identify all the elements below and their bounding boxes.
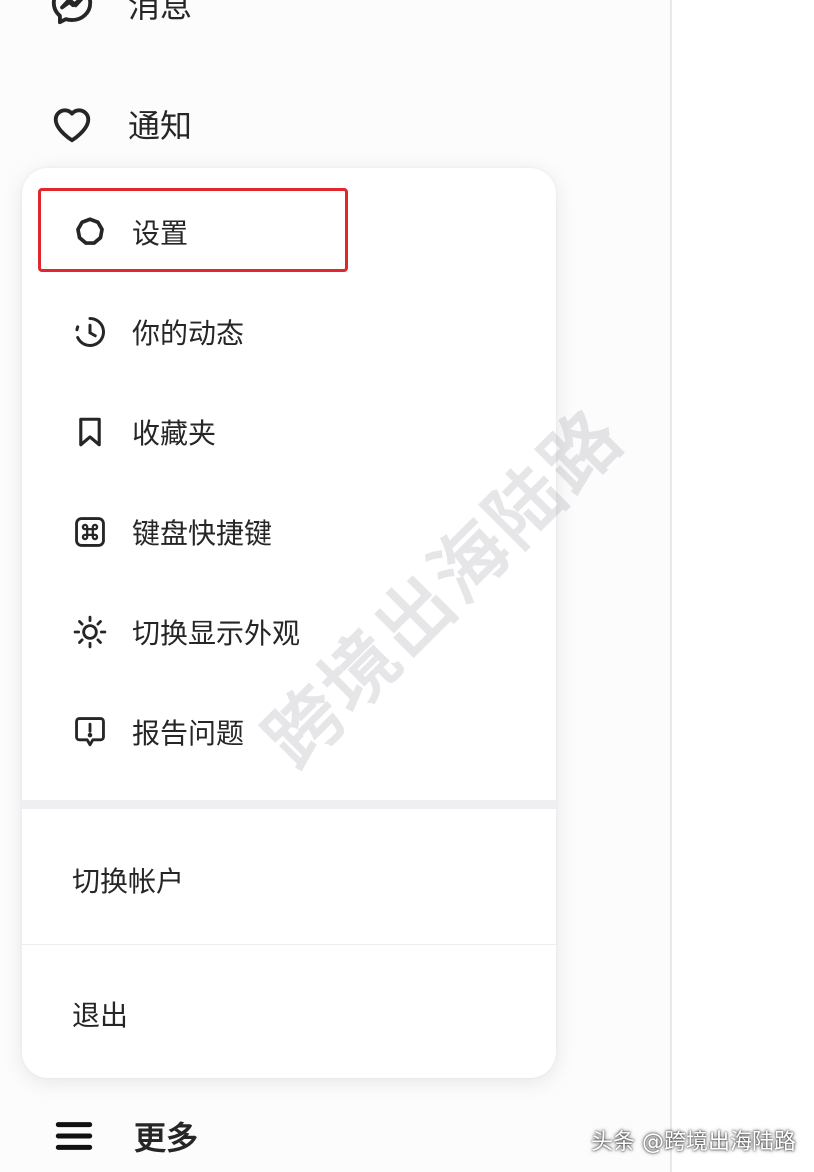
menu-item-report-problem[interactable]: 报告问题 [22, 682, 556, 782]
menu-divider [22, 944, 556, 945]
sidebar: 消息 通知 设置 你的动态 收藏夹 键盘快捷键 切换显示外观 报告问题 切换帐户… [0, 0, 672, 1172]
nav-item-label: 消息 [128, 0, 193, 25]
menu-item-settings[interactable]: 设置 [22, 182, 556, 282]
nav-item-label: 通知 [128, 107, 193, 145]
report-problem-icon [70, 712, 110, 752]
logout-button[interactable]: 退出 [72, 994, 128, 1034]
menu-item-your-activity[interactable]: 你的动态 [22, 282, 556, 382]
menu-item-label: 报告问题 [132, 717, 245, 750]
gear-icon [70, 212, 110, 252]
sun-icon [70, 612, 110, 652]
menu-item-label: 键盘快捷键 [132, 517, 273, 550]
hamburger-menu-icon [50, 1112, 98, 1160]
menu-item-keyboard-shortcuts[interactable]: 键盘快捷键 [22, 482, 556, 582]
more-menu-popup: 设置 你的动态 收藏夹 键盘快捷键 切换显示外观 报告问题 切换帐户 退出 [22, 168, 556, 1078]
activity-clock-icon [70, 312, 110, 352]
menu-item-saved[interactable]: 收藏夹 [22, 382, 556, 482]
command-key-icon [70, 512, 110, 552]
nav-item-messages[interactable]: 消息 [48, 0, 192, 28]
menu-separator [22, 800, 556, 809]
switch-account-button[interactable]: 切换帐户 [72, 860, 184, 900]
menu-item-label: 收藏夹 [132, 417, 217, 450]
menu-item-label: 切换显示外观 [132, 617, 301, 650]
messenger-icon [48, 0, 96, 28]
nav-item-more[interactable]: 更多 [50, 1112, 198, 1160]
credit-text: 头条 @跨境出海陆路 [591, 1130, 796, 1155]
menu-item-switch-appearance[interactable]: 切换显示外观 [22, 582, 556, 682]
menu-item-label: 设置 [132, 217, 189, 250]
nav-item-label: 更多 [134, 1119, 199, 1157]
heart-icon [48, 100, 96, 148]
nav-item-notifications[interactable]: 通知 [48, 100, 192, 148]
bookmark-icon [70, 412, 110, 452]
menu-item-label: 你的动态 [132, 317, 245, 350]
content-pane [672, 0, 814, 1172]
